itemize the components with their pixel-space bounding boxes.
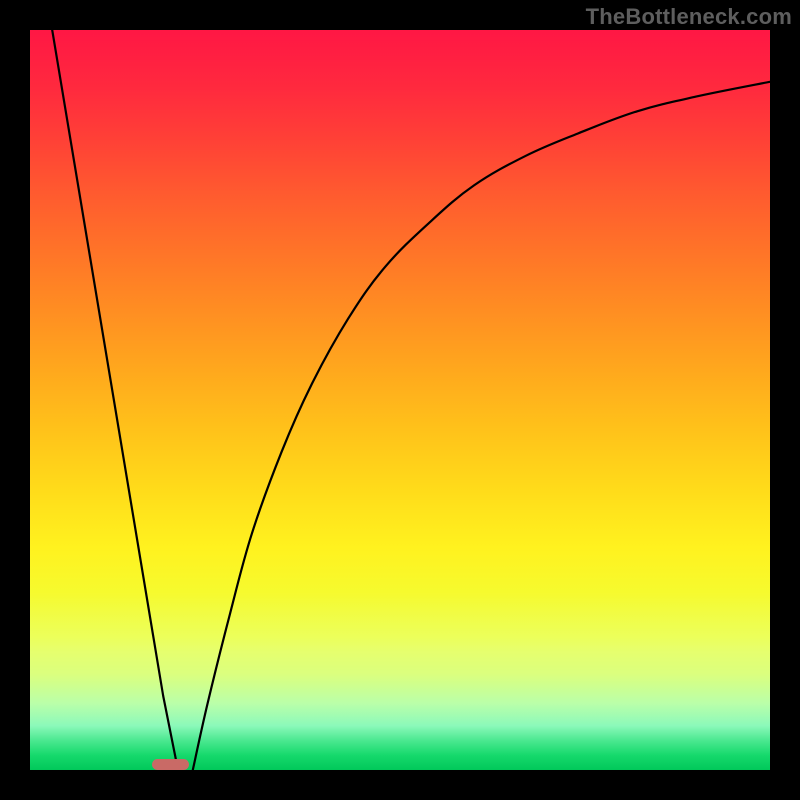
plot-area: [30, 30, 770, 770]
watermark-text: TheBottleneck.com: [586, 4, 792, 30]
chart-frame: TheBottleneck.com: [0, 0, 800, 800]
left-branch-line: [52, 30, 178, 770]
right-branch-line: [193, 82, 770, 770]
curve-svg: [30, 30, 770, 770]
optimal-point-marker: [152, 759, 189, 770]
